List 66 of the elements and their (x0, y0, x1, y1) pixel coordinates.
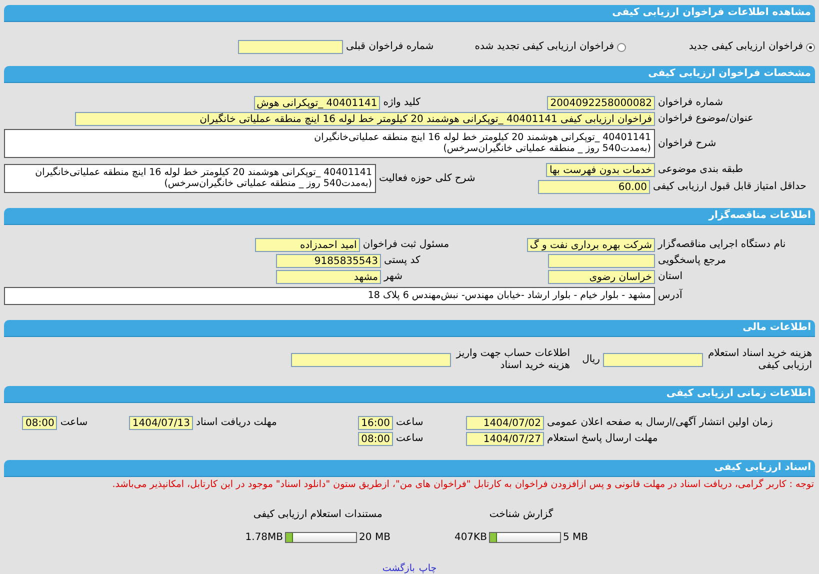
field-label: کلید واژه (382, 97, 422, 109)
notice-text: توجه : کاربر گرامی، دریافت اسناد در مهلت قانونی و پس ازافزودن فراخوان به کارتابل "فراخوان های من"، ازطریق ستون "دانلود اسناد" موجود در این کارتابل، امکانپذیر می‌باشد. (111, 478, 815, 492)
description-box: 40401141 _توپکرانی هوشمند 20 کیلومتر خط لوله 16 اینچ منطقه عملیاتی‌خانگیران (به‌مدت540 روز _ منطقه عملیاتی خانگیران‌سرخس) (4, 164, 376, 193)
field-label: شماره فراخوان قبلی (345, 41, 435, 53)
field-label: شرح کلی حوزه فعالیت (378, 172, 476, 184)
document-title: مستندات استعلام ارزیابی کیفی (252, 509, 384, 520)
field-label: مهلت ارسال پاسخ استعلام (546, 433, 659, 445)
field-label: شماره فراخوان (657, 97, 724, 109)
field-label: عنوان/موضوع فراخوان (657, 113, 755, 125)
text-field[interactable]: 08:00 (22, 416, 58, 430)
text-field[interactable]: مشهد (276, 270, 381, 284)
field-label: مسئول ثبت فراخوان (362, 239, 450, 251)
text-field[interactable]: خدمات بدون فهرست بها (546, 163, 655, 177)
field-label: ساعت (395, 433, 424, 445)
file-size-label: 1.78MB (244, 532, 284, 542)
max-size-label: 20 MB (358, 532, 392, 542)
section-header: مشخصات فراخوان ارزیابی کیفی (4, 66, 815, 83)
field-label: حداقل امتیاز قابل قبول ارزیابی کیفی (652, 181, 808, 193)
text-field[interactable]: 08:00 (358, 432, 393, 446)
max-size-label: 5 MB (562, 532, 589, 542)
field-label: آدرس (657, 290, 684, 302)
field-label: مرجع پاسخگویی (657, 255, 728, 267)
unit-label: ریال (581, 354, 601, 366)
field-label: استان (657, 271, 684, 283)
text-field[interactable]: 1404/07/13 (129, 416, 193, 430)
text-field[interactable] (238, 40, 343, 54)
text-field[interactable]: امید احمدزاده (254, 238, 360, 252)
text-field[interactable]: 2004092258000082 (547, 96, 655, 110)
field-label: ساعت (395, 417, 424, 429)
field-label: ساعت (59, 417, 89, 429)
description-box: 40401141 _توپکرانی هوشمند 20 کیلومتر خط لوله 16 اینچ منطقه عملیاتی‌خانگیران (به‌مدت540 روز _ منطقه عملیاتی خانگیران‌سرخس) (4, 129, 655, 158)
radio-button[interactable] (806, 42, 815, 52)
section-header: اطلاعات مناقصه‌گزار (4, 208, 815, 225)
field-label: شهر (382, 271, 404, 283)
field-label: طبقه بندی موضوعی (657, 164, 744, 176)
text-field[interactable]: 1404/07/27 (466, 432, 544, 446)
radio-label: فراخوان ارزیابی کیفی جدید (688, 41, 804, 53)
section-header: اسناد ارزیابی کیفی (4, 460, 815, 477)
action-link[interactable]: چاپ (418, 563, 437, 574)
section-header: اطلاعات مالی (4, 320, 815, 337)
field-label: مهلت دریافت اسناد (195, 417, 278, 429)
field-label: نام دستگاه اجرایی مناقصه‌گزار (656, 239, 787, 251)
section-header: اطلاعات زمانی ارزیابی کیفی (4, 386, 815, 403)
text-field[interactable]: 16:00 (358, 416, 393, 430)
file-size-label: 407KB (453, 532, 488, 542)
text-field[interactable] (603, 353, 703, 367)
radio-button[interactable] (617, 42, 626, 52)
text-field[interactable]: 1404/07/02 (466, 416, 544, 430)
text-field[interactable]: فراخوان ارزیابی کیفی 40401141 _توپکرانی هوشمند 20 کیلومتر خط لوله 16 اینچ منطقه عملیاتی خانگیران (75, 112, 655, 126)
action-link[interactable]: بازگشت (382, 563, 415, 574)
field-label: کد پستی (383, 255, 422, 267)
text-field[interactable] (291, 353, 451, 367)
text-field[interactable]: 60.00 (538, 180, 650, 194)
field-label: شرح فراخوان (657, 138, 718, 150)
address-box: مشهد - بلوار خیام - بلوار ارشاد -خیابان مهندس- نبش‌مهندس 6 پلاک 18 (4, 287, 655, 305)
field-label: زمان اولین انتشار آگهی/ارسال به صفحه اعلان عمومی (546, 417, 774, 429)
text-field[interactable]: شرکت بهره برداری نفت و گ (526, 238, 655, 252)
text-field[interactable]: 40401141 _توپکرانی هوش (254, 96, 380, 110)
section-header: مشاهده اطلاعات فراخوان ارزیابی کیفی (4, 5, 815, 22)
text-field[interactable]: 9185835543 (276, 254, 381, 268)
document-title: گزارش شناخت (488, 509, 554, 520)
field-label: اطلاعات حساب جهت واریز هزینه خرید اسناد (455, 348, 571, 372)
radio-label: فراخوان ارزیابی کیفی تجدید شده (474, 41, 615, 53)
text-field[interactable] (548, 254, 655, 268)
field-label: هزینه خرید اسناد استعلام ارزیابی کیفی (706, 348, 813, 372)
text-field[interactable]: خراسان رضوی (548, 270, 655, 284)
